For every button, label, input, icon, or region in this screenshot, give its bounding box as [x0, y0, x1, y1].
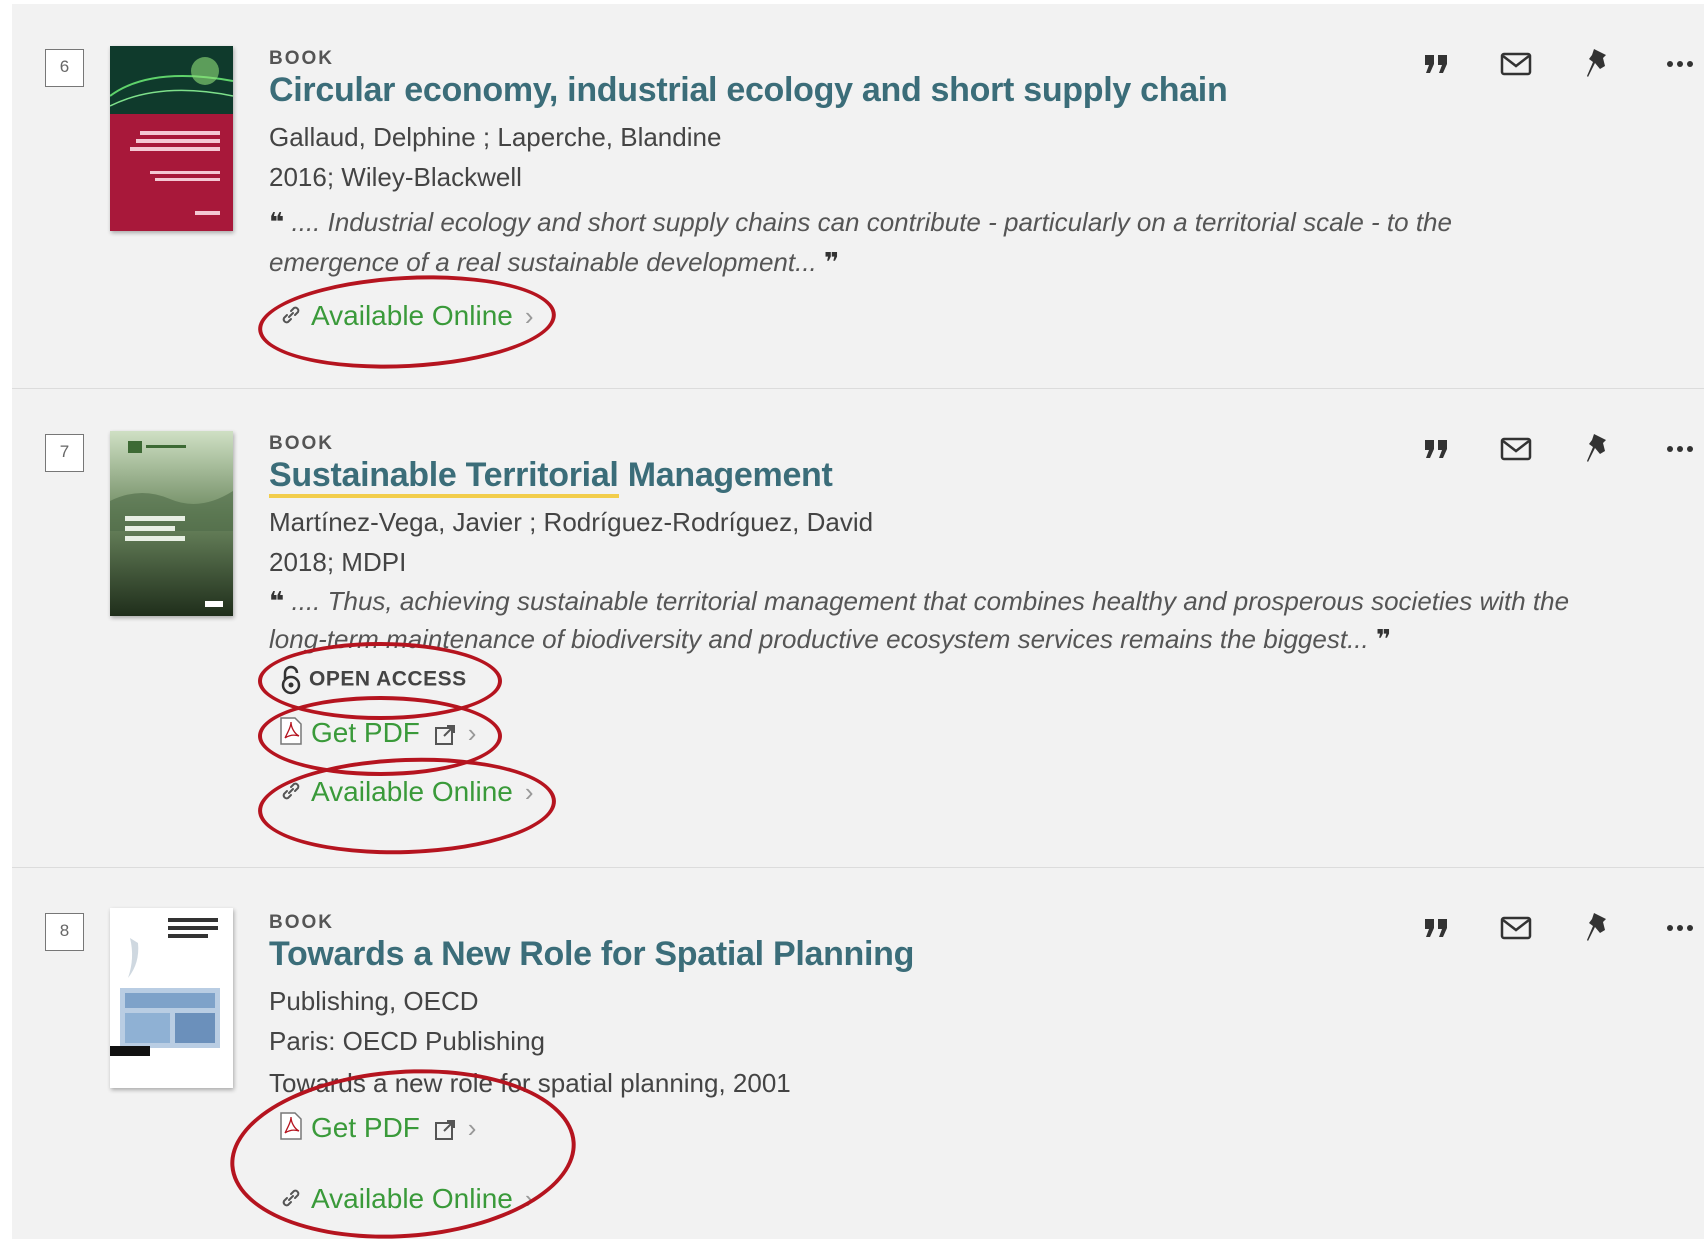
result-actions: [1416, 429, 1704, 469]
pin-button[interactable]: [1578, 908, 1618, 948]
more-horizontal-icon: [1667, 446, 1693, 452]
external-link-icon: [428, 717, 456, 748]
result-item: 8 BOOK Towards a New Role for Spatial Pl…: [12, 867, 1704, 1240]
result-number: 7: [45, 434, 84, 472]
close-quote-icon: ❞: [1375, 624, 1392, 654]
available-online-link[interactable]: Available Online ›: [279, 776, 534, 810]
available-online-label: Available Online: [311, 300, 513, 331]
pushpin-icon: [1587, 49, 1606, 77]
open-quote-icon: ❝: [269, 586, 285, 616]
result-snippet: ❝ .... Industrial ecology and short supp…: [269, 202, 1589, 282]
chevron-right-icon: ›: [467, 1112, 477, 1143]
result-snippet: ❝ .... Thus, achieving sustainable terri…: [269, 582, 1589, 658]
book-cover-thumbnail[interactable]: [110, 46, 233, 231]
resource-type: BOOK: [269, 48, 334, 69]
cite-button[interactable]: [1416, 908, 1456, 948]
result-publication: Paris: OECD Publishing: [269, 1026, 545, 1056]
book-cover-thumbnail[interactable]: [110, 431, 233, 616]
cite-button[interactable]: [1416, 44, 1456, 84]
result-item: 6 BOOK Circular economy, industrial ecol…: [12, 4, 1704, 387]
result-title-link[interactable]: Circular economy, industrial ecology and…: [269, 71, 1228, 110]
pushpin-icon: [1587, 434, 1606, 462]
available-online-link[interactable]: Available Online ›: [279, 300, 534, 334]
more-options-button[interactable]: [1660, 44, 1700, 84]
available-online-link[interactable]: Available Online ›: [279, 1183, 534, 1217]
chevron-right-icon: ›: [467, 717, 477, 748]
open-access-badge: OPEN ACCESS: [279, 665, 467, 695]
open-access-label: OPEN ACCESS: [309, 667, 467, 691]
cite-button[interactable]: [1416, 429, 1456, 469]
link-icon: [279, 1185, 303, 1217]
quote-icon: [1425, 440, 1447, 458]
snippet-text: .... Thus, achieving sustainable territo…: [269, 586, 1570, 654]
result-publication: 2018; MDPI: [269, 547, 407, 577]
pin-button[interactable]: [1578, 44, 1618, 84]
result-item: 7 BOOK Sustainable Territorial Managemen…: [12, 388, 1704, 867]
email-button[interactable]: [1496, 44, 1536, 84]
pdf-icon: [279, 1111, 303, 1148]
quote-icon: [1425, 55, 1447, 73]
available-online-label: Available Online: [311, 1183, 513, 1214]
chevron-right-icon: ›: [524, 1184, 534, 1214]
external-link-icon: [428, 1112, 456, 1143]
result-actions: [1416, 908, 1704, 948]
email-button[interactable]: [1496, 429, 1536, 469]
result-authors: Gallaud, Delphine ; Laperche, Blandine: [269, 122, 722, 152]
close-quote-icon: ❞: [824, 247, 840, 277]
search-results-list: 6 BOOK Circular economy, industrial ecol…: [12, 4, 1704, 1239]
result-number: 6: [45, 49, 84, 87]
snippet-text: .... Industrial ecology and short supply…: [269, 207, 1452, 277]
open-quote-icon: ❝: [269, 207, 285, 237]
more-options-button[interactable]: [1660, 908, 1700, 948]
result-publication: 2016; Wiley-Blackwell: [269, 162, 522, 192]
result-series: Towards a new role for spatial planning,…: [269, 1068, 791, 1098]
get-pdf-label: Get PDF: [311, 1111, 420, 1143]
resource-type: BOOK: [269, 912, 334, 933]
pin-button[interactable]: [1578, 429, 1618, 469]
get-pdf-label: Get PDF: [311, 716, 420, 748]
result-actions: [1416, 44, 1704, 84]
title-highlight: Sustainable Territorial: [269, 456, 619, 498]
pushpin-icon: [1587, 913, 1606, 941]
available-online-label: Available Online: [311, 776, 513, 807]
email-button[interactable]: [1496, 908, 1536, 948]
book-cover-thumbnail[interactable]: [110, 908, 233, 1088]
envelope-icon: [1500, 52, 1532, 76]
more-options-button[interactable]: [1660, 429, 1700, 469]
more-horizontal-icon: [1667, 61, 1693, 67]
envelope-icon: [1500, 437, 1532, 461]
title-rest: Management: [618, 456, 833, 494]
pdf-icon: [279, 716, 303, 753]
result-title-link[interactable]: Sustainable Territorial Management: [269, 456, 833, 498]
resource-type: BOOK: [269, 433, 334, 454]
link-icon: [279, 302, 303, 334]
more-horizontal-icon: [1667, 925, 1693, 931]
chevron-right-icon: ›: [524, 301, 534, 331]
open-lock-icon: [281, 665, 301, 695]
chevron-right-icon: ›: [524, 777, 534, 807]
result-authors: Publishing, OECD: [269, 986, 479, 1016]
get-pdf-link[interactable]: Get PDF ›: [279, 1111, 476, 1148]
link-icon: [279, 778, 303, 810]
result-number: 8: [45, 913, 84, 951]
result-title-link[interactable]: Towards a New Role for Spatial Planning: [269, 935, 914, 974]
envelope-icon: [1500, 916, 1532, 940]
result-authors: Martínez-Vega, Javier ; Rodríguez-Rodríg…: [269, 507, 874, 537]
get-pdf-link[interactable]: Get PDF ›: [279, 716, 476, 753]
quote-icon: [1425, 919, 1447, 937]
